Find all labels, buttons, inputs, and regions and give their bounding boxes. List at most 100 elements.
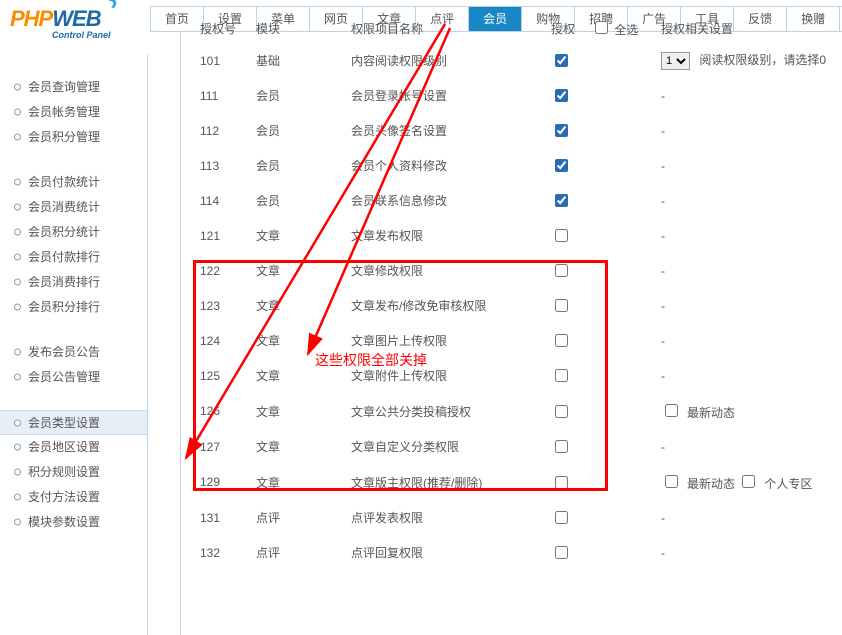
auth-checkbox[interactable] — [555, 89, 568, 102]
sidebar-item[interactable]: 会员地区设置 — [0, 435, 147, 460]
sidebar-item[interactable]: 会员类型设置 — [0, 410, 147, 435]
cell-module: 会员 — [254, 148, 349, 183]
cell-module: 文章 — [254, 358, 349, 393]
sidebar-item[interactable]: 会员积分排行 — [0, 295, 147, 320]
cell-all — [589, 183, 659, 218]
cell-id: 124 — [198, 323, 254, 358]
cell-all — [589, 43, 659, 78]
cell-all — [589, 148, 659, 183]
extra-checkbox[interactable] — [665, 404, 678, 417]
cell-id: 127 — [198, 429, 254, 464]
cell-extra: 1 阅读权限级别，请选择0 — [659, 43, 842, 78]
table-row: 113会员会员个人资料修改 - — [198, 148, 842, 183]
cell-name: 会员登录帐号设置 — [349, 78, 549, 113]
sidebar-item[interactable]: 会员帐务管理 — [0, 100, 147, 125]
auth-checkbox[interactable] — [555, 476, 568, 489]
sidebar-item[interactable]: 支付方法设置 — [0, 485, 147, 510]
level-select[interactable]: 1 — [661, 52, 690, 70]
table-row: 101基础内容阅读权限级别1 阅读权限级别，请选择0 — [198, 43, 842, 78]
extra-text: 阅读权限级别，请选择0 — [696, 53, 826, 67]
cell-id: 129 — [198, 464, 254, 500]
cell-id: 132 — [198, 535, 254, 570]
cell-module: 会员 — [254, 78, 349, 113]
cell-auth — [549, 429, 589, 464]
cell-name: 会员个人资料修改 — [349, 148, 549, 183]
cell-all — [589, 358, 659, 393]
sidebar-group: 会员查询管理会员帐务管理会员积分管理 — [0, 75, 147, 150]
cell-name: 点评回复权限 — [349, 535, 549, 570]
cell-auth — [549, 113, 589, 148]
auth-checkbox[interactable] — [555, 159, 568, 172]
sidebar-item[interactable]: 会员付款排行 — [0, 245, 147, 270]
cell-module: 文章 — [254, 393, 349, 429]
cell-name: 会员联系信息修改 — [349, 183, 549, 218]
cell-module: 点评 — [254, 535, 349, 570]
cell-extra: - — [659, 113, 842, 148]
cell-name: 内容阅读权限级别 — [349, 43, 549, 78]
auth-checkbox[interactable] — [555, 334, 568, 347]
auth-checkbox[interactable] — [555, 511, 568, 524]
table-row: 112会员会员头像签名设置- — [198, 113, 842, 148]
logo-subtitle: Control Panel — [52, 30, 111, 40]
sidebar-item[interactable]: 会员消费统计 — [0, 195, 147, 220]
auth-checkbox[interactable] — [555, 264, 568, 277]
cell-name: 文章附件上传权限 — [349, 358, 549, 393]
cell-name: 文章修改权限 — [349, 253, 549, 288]
auth-checkbox[interactable] — [555, 405, 568, 418]
table-row: 122文章文章修改权限- — [198, 253, 842, 288]
sidebar-item[interactable]: 会员消费排行 — [0, 270, 147, 295]
cell-extra: - — [659, 148, 842, 183]
cell-name: 点评发表权限 — [349, 500, 549, 535]
extra-checkbox[interactable] — [742, 475, 755, 488]
sidebar-group: 会员付款统计会员消费统计会员积分统计会员付款排行会员消费排行会员积分排行 — [0, 170, 147, 320]
extra-checkbox[interactable] — [665, 475, 678, 488]
sidebar-item[interactable]: 会员积分管理 — [0, 125, 147, 150]
cell-all — [589, 393, 659, 429]
sidebar-item[interactable]: 会员查询管理 — [0, 75, 147, 100]
sidebar-item[interactable]: 会员公告管理 — [0, 365, 147, 390]
table-row: 125文章文章附件上传权限- — [198, 358, 842, 393]
permissions-table: 授权号 模块 权限项目名称 授权 全选 授权相关设置 101基础内容阅读权限级别… — [198, 19, 842, 570]
auth-checkbox[interactable] — [555, 229, 568, 242]
cell-name: 文章版主权限(推荐/删除) — [349, 464, 549, 500]
cell-all — [589, 218, 659, 253]
cell-module: 基础 — [254, 43, 349, 78]
cell-auth — [549, 358, 589, 393]
cell-extra: - — [659, 500, 842, 535]
cell-auth — [549, 323, 589, 358]
select-all-label: 全选 — [614, 23, 638, 37]
sidebar-item[interactable]: 会员付款统计 — [0, 170, 147, 195]
table-row: 114会员会员联系信息修改- — [198, 183, 842, 218]
cell-module: 文章 — [254, 218, 349, 253]
sidebar-item[interactable]: 会员积分统计 — [0, 220, 147, 245]
auth-checkbox[interactable] — [555, 54, 568, 67]
table-row: 121文章文章发布权限- — [198, 218, 842, 253]
select-all-checkbox[interactable] — [595, 21, 608, 34]
sidebar-item[interactable]: 积分规则设置 — [0, 460, 147, 485]
cell-extra: - — [659, 183, 842, 218]
sidebar-item[interactable]: 发布会员公告 — [0, 340, 147, 365]
auth-checkbox[interactable] — [555, 369, 568, 382]
sidebar: 会员查询管理会员帐务管理会员积分管理会员付款统计会员消费统计会员积分统计会员付款… — [0, 55, 148, 635]
auth-checkbox[interactable] — [555, 440, 568, 453]
cell-id: 113 — [198, 148, 254, 183]
cell-extra: 最新动态 个人专区 — [659, 464, 842, 500]
cell-auth — [549, 535, 589, 570]
auth-checkbox[interactable] — [555, 546, 568, 559]
col-header-extra: 授权相关设置 — [659, 19, 842, 43]
cell-id: 112 — [198, 113, 254, 148]
sidebar-item[interactable]: 模块参数设置 — [0, 510, 147, 535]
auth-checkbox[interactable] — [555, 124, 568, 137]
table-row: 131点评点评发表权限- — [198, 500, 842, 535]
auth-checkbox[interactable] — [555, 194, 568, 207]
extra-checkbox-label: 个人专区 — [764, 477, 812, 491]
cell-all — [589, 535, 659, 570]
cell-extra: - — [659, 429, 842, 464]
cell-all — [589, 113, 659, 148]
auth-checkbox[interactable] — [555, 299, 568, 312]
cell-auth — [549, 43, 589, 78]
cell-name: 文章发布/修改免审核权限 — [349, 288, 549, 323]
table-row: 127文章文章自定义分类权限- — [198, 429, 842, 464]
cell-module: 文章 — [254, 429, 349, 464]
cell-id: 114 — [198, 183, 254, 218]
